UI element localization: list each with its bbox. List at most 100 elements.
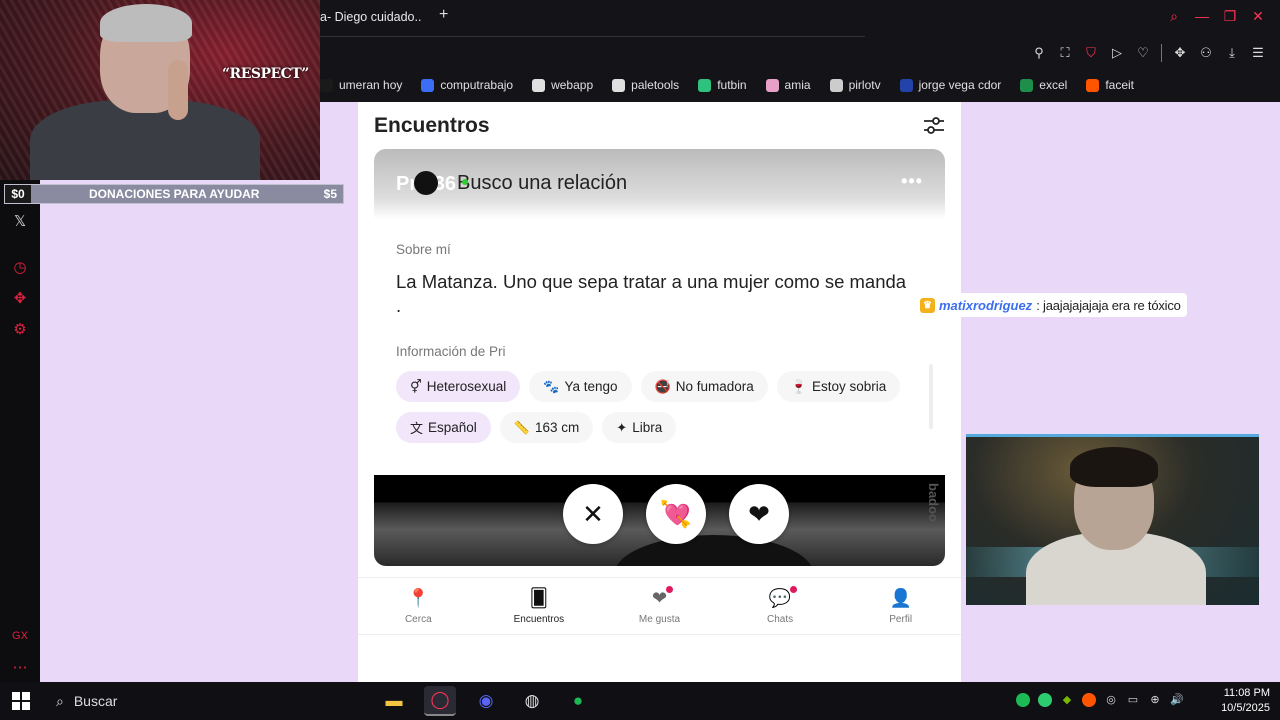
like-button[interactable]: ❤ [729,484,789,544]
settings-icon[interactable]: ⚙ [10,320,30,338]
nvidia-icon[interactable]: ◆ [1060,693,1074,707]
discord-icon[interactable]: ◉ [470,686,502,716]
search-icon: ⌕ [56,692,64,709]
network-icon[interactable]: ▭ [1126,693,1140,707]
spotify-tray-icon[interactable] [1016,693,1030,707]
nav-item-perfil[interactable]: 👤 Perfil [840,578,961,634]
new-tab-button[interactable]: + [439,6,448,24]
nav-label: Cerca [404,613,432,625]
bookmark-item[interactable]: jorge vega cdor [899,78,1001,92]
bookmark-item[interactable]: paletools [612,78,679,92]
nav-label: Me gusta [638,613,681,625]
gx-icon[interactable]: GX [10,630,30,642]
shield-icon[interactable]: ⛉ [1083,45,1099,61]
tab-strip: a- Diego cuidado.. + [320,0,1280,36]
bookmark-icon [1086,78,1100,92]
chat-username: matixrodriguez [939,297,1033,313]
game-icon[interactable]: ⊕ [1148,693,1162,707]
bookmark-item[interactable]: pirlotv [829,78,881,92]
chip-icon: ✦ [616,419,628,435]
nav-item-encuentros[interactable]: 🂠 Encuentros [479,578,600,634]
chat-text: : jaajajajajaja era re tóxico [1036,297,1181,313]
pin-icon[interactable]: ⚲ [1031,45,1047,61]
profile-icon[interactable]: ⚇ [1198,45,1214,61]
nav-icon: 🂠 [529,587,549,608]
about-text: La Matanza. Uno que sepa tratar a una mu… [396,271,907,316]
volume-icon[interactable]: 🔊 [1170,693,1184,707]
maximize-icon[interactable]: ❐ [1222,8,1238,25]
bookmark-icon [320,78,333,92]
crown-icon: ♛ [920,297,935,313]
bookmark-item[interactable]: umeran hoy [320,78,402,92]
filter-icon[interactable] [923,116,945,136]
bookmark-label: pirlotv [848,78,881,92]
chip-label: No fumadora [675,379,754,394]
clock[interactable]: 11:08 PM 10/5/2025 [1221,686,1270,716]
notification-dot [790,585,798,593]
bookmarks-bar: umeran hoy computrabajo webapp paletools fut… [320,76,1134,94]
profile-card[interactable]: Pri, 36 Busco una relación ••• Sobre mí … [374,149,945,566]
windows-start-icon[interactable] [12,692,30,710]
spotify-icon[interactable]: ● [562,686,594,716]
system-tray: ◆ ◎ ▭ ⊕ 🔊 [1016,693,1184,707]
menu-icon[interactable]: ☰ [1250,45,1266,61]
extensions-sidebar-icon[interactable]: ✥ [10,289,30,307]
nav-icon: 📍 [407,587,430,608]
bookmark-item[interactable]: excel [1020,78,1067,92]
overlay-quote: “RESPECT” [222,66,309,82]
webcam-feed [966,434,1259,605]
taskbar-search[interactable]: ⌕ Buscar [46,687,366,715]
heart-icon[interactable]: ♡ [1135,45,1151,61]
donation-bar: $0 DONACIONES PARA AYUDAR $5 [4,184,344,204]
download-icon[interactable]: ⤓ [1224,45,1240,61]
nav-item-cerca[interactable]: 📍 Cerca [358,578,479,634]
heart-icon: ❤ [748,498,770,529]
search-icon[interactable]: ⌕ [1166,8,1182,25]
page-title: Encuentros [374,114,490,137]
app-tray-icon[interactable] [1038,693,1052,707]
play-icon[interactable]: ▷ [1109,45,1125,61]
file-explorer-icon[interactable]: ▬ [378,686,410,716]
close-icon: ✕ [582,498,604,529]
bookmark-item[interactable]: webapp [532,78,593,92]
steam-icon[interactable]: ◎ [1104,693,1118,707]
pass-button[interactable]: ✕ [563,484,623,544]
window-controls: ⌕ — ❐ ✕ [1166,8,1266,25]
screenshot-icon[interactable]: ⛶ [1057,45,1073,61]
scrollbar[interactable] [929,364,933,429]
bookmark-item[interactable]: futbin [698,78,747,92]
nav-icon-wrap: ❤ [651,585,674,609]
person-hair [1070,447,1158,487]
donation-start: $0 [5,185,31,203]
bookmark-icon [899,78,913,92]
active-tab[interactable]: a- Diego cuidado.. [320,10,421,24]
minimize-icon[interactable]: — [1194,8,1210,25]
origin-icon[interactable] [1082,693,1096,707]
history-icon[interactable]: ◷ [10,258,30,276]
more-options-icon[interactable]: ••• [901,171,923,192]
nav-item-chats[interactable]: 💬 Chats [720,578,841,634]
info-chip: 文 Español [396,412,491,443]
relationship-status: Busco una relación [457,172,628,194]
bookmark-item[interactable]: amia [765,78,811,92]
info-chip: 🚭 No fumadora [640,371,768,402]
clock-date: 10/5/2025 [1221,702,1270,714]
bookmark-item[interactable]: computrabajo [421,78,513,92]
chip-label: Libra [632,420,663,435]
info-chip: ⚥ Heterosexual [396,371,521,402]
extensions-icon[interactable]: ✥ [1172,45,1188,61]
nav-icon: ❤ [651,587,668,608]
nav-icon-wrap: 📍 [407,588,429,609]
info-chip: 🍷 Estoy sobria [776,371,901,402]
bookmark-item[interactable]: faceit [1086,78,1134,92]
obs-icon[interactable]: ◍ [516,686,548,716]
close-icon[interactable]: ✕ [1250,8,1266,25]
nav-icon-wrap: 💬 [768,585,798,609]
x-icon[interactable]: 𝕏 [10,212,30,230]
more-icon[interactable]: ⋯ [10,658,30,676]
opera-gx-icon[interactable]: ◯ [424,686,456,716]
nav-icon: 💬 [768,587,792,608]
super-like-button[interactable]: 💘 [646,484,706,544]
bookmark-label: futbin [717,78,747,92]
nav-item-me-gusta[interactable]: ❤ Me gusta [599,578,720,634]
